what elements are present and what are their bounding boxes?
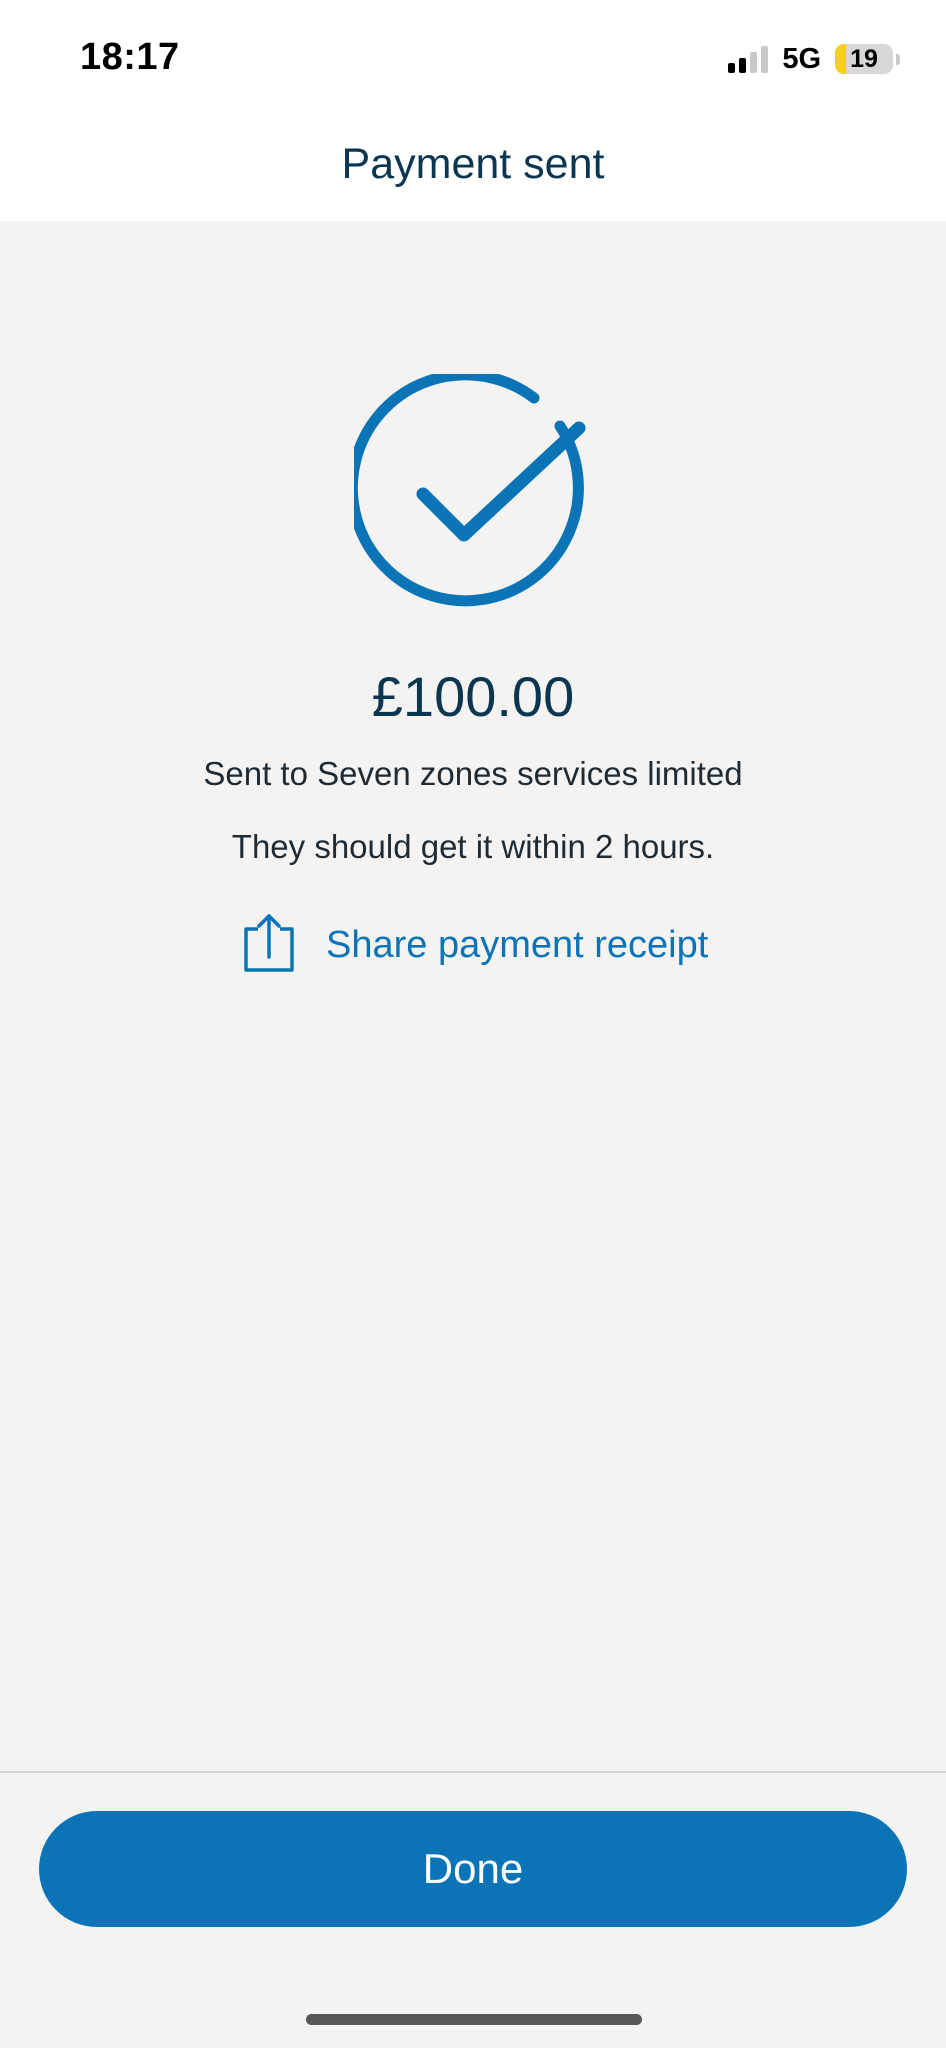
recipient-text: Sent to Seven zones services limited bbox=[203, 755, 743, 792]
footer-divider bbox=[0, 1771, 946, 1773]
page-title: Payment sent bbox=[341, 140, 605, 188]
share-icon bbox=[242, 913, 296, 978]
network-type: 5G bbox=[782, 42, 821, 75]
payment-amount: £100.00 bbox=[371, 665, 575, 728]
check-circle-icon bbox=[346, 369, 594, 614]
header-bar: 18:17 5G 19 Payment sent bbox=[0, 0, 946, 221]
battery-icon: 19 bbox=[835, 44, 900, 74]
payment-sent-screen: 18:17 5G 19 Payment sent £100.00 Sent to… bbox=[0, 0, 946, 2048]
share-receipt-label: Share payment receipt bbox=[326, 923, 709, 966]
battery-fill bbox=[835, 44, 847, 74]
done-button-label: Done bbox=[422, 1845, 524, 1892]
status-indicators: 5G 19 bbox=[728, 42, 900, 76]
done-button[interactable]: Done bbox=[39, 1811, 907, 1927]
status-time: 18:17 bbox=[80, 36, 180, 78]
home-indicator[interactable] bbox=[306, 2014, 642, 2025]
signal-icon bbox=[728, 45, 769, 73]
share-receipt-link[interactable]: Share payment receipt bbox=[242, 910, 708, 980]
eta-text: They should get it within 2 hours. bbox=[231, 828, 715, 865]
battery-level: 19 bbox=[850, 44, 878, 73]
